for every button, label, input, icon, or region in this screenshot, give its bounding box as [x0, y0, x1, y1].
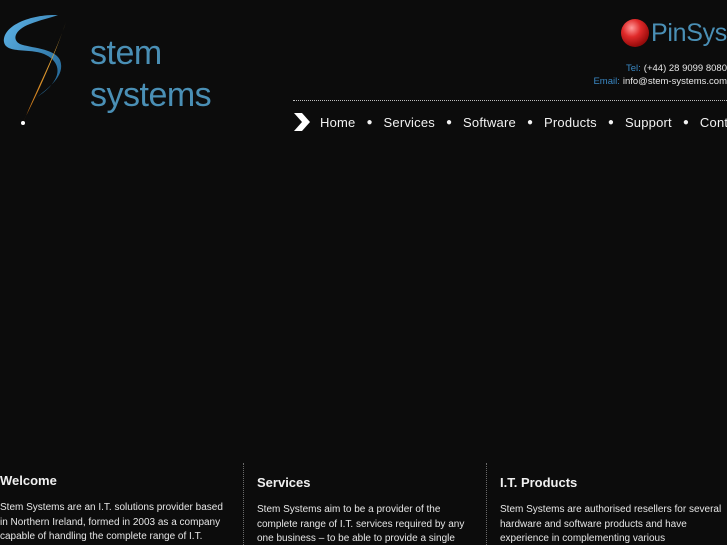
- column-title: Services: [257, 475, 311, 490]
- column-body: Stem Systems aim to be a provider of the…: [257, 504, 465, 544]
- nav-bullet: ●: [366, 116, 373, 128]
- nav-item-services[interactable]: Services: [384, 115, 435, 130]
- red-sphere-icon: [620, 19, 649, 47]
- nav-item-products[interactable]: Products: [544, 115, 597, 130]
- contact-info: Tel: (+44) 28 9099 8080 Email: info@stem-s…: [593, 62, 727, 88]
- main-nav: Home ● Services ● Software ● Products ● …: [293, 110, 727, 134]
- pinsys-name: PinSys: [650, 18, 727, 47]
- content-columns: Welcome Stem Systems are an I.T. solutio…: [0, 463, 727, 545]
- swoosh-s-logo-icon: [3, 14, 66, 125]
- column-body: Stem Systems are authorised resellers fo…: [500, 504, 722, 544]
- email-label: Email:: [593, 76, 620, 87]
- email-link[interactable]: info@stem-systems.com: [623, 76, 727, 87]
- services-column: Services Stem Systems aim to be a provid…: [243, 463, 479, 545]
- welcome-column: Welcome Stem Systems are an I.T. solutio…: [0, 463, 232, 545]
- nav-item-support[interactable]: Support: [625, 115, 672, 130]
- email-line: Email: info@stem-systems.com: [593, 75, 727, 88]
- chevron-right-icon: [294, 113, 310, 131]
- nav-item-contact[interactable]: Contact: [700, 115, 727, 130]
- nav-bullet: ●: [682, 116, 689, 128]
- nav-item-software[interactable]: Software: [463, 115, 516, 130]
- column-title: I.T. Products: [500, 475, 578, 490]
- nav-bullet: ●: [607, 116, 614, 128]
- nav-bullet: ●: [526, 116, 533, 128]
- logo-text-stem: stem: [90, 34, 162, 72]
- nav-bullet: ●: [445, 116, 453, 128]
- products-column: I.T. Products Stem Systems are authorise…: [486, 463, 727, 545]
- phone-number: (+44) 28 9099 8080: [643, 63, 727, 74]
- phone-label: Tel:: [626, 63, 641, 74]
- logo-text-systems: systems: [90, 76, 212, 114]
- phone-line: Tel: (+44) 28 9099 8080: [593, 62, 727, 75]
- pinsys-logo[interactable]: PinSys: [620, 18, 727, 48]
- column-title: Welcome: [0, 473, 57, 488]
- nav-item-home[interactable]: Home: [320, 115, 355, 130]
- column-body: Stem Systems are an I.T. solutions provi…: [0, 502, 223, 542]
- nav-divider: [293, 100, 727, 101]
- site-logo[interactable]: stem systems: [0, 12, 230, 128]
